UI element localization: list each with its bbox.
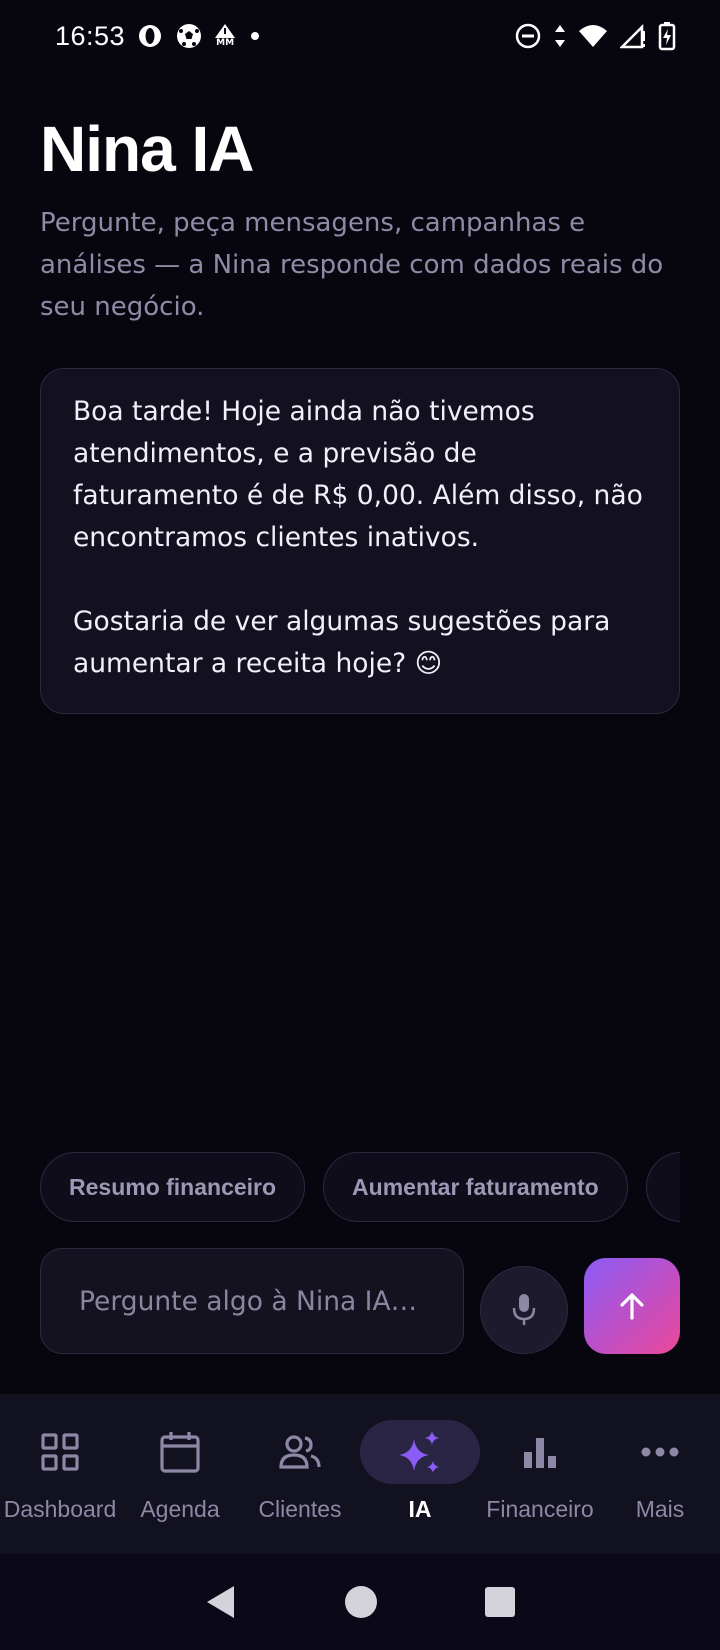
nav-item-financeiro[interactable]: Financeiro (480, 1394, 600, 1554)
battery-charging-icon (658, 21, 676, 51)
signal-icon (620, 23, 646, 49)
calendar-icon (159, 1430, 201, 1474)
dot-icon (247, 28, 263, 44)
nav-item-ia[interactable]: IA (360, 1394, 480, 1554)
mic-button[interactable] (480, 1266, 568, 1354)
data-arrows-icon (554, 23, 566, 49)
do-not-disturb-icon (514, 22, 542, 50)
nav-label-clientes: Clientes (258, 1496, 342, 1522)
bar-chart-icon (522, 1434, 558, 1470)
suggestion-chips[interactable]: Resumo financeiro Aumentar faturamento (40, 1152, 680, 1224)
nav-label-ia: IA (408, 1496, 432, 1522)
assistant-message-card: Boa tarde! Hoje ainda não tivemos atendi… (40, 368, 680, 714)
nav-label-mais: Mais (635, 1496, 685, 1522)
nav-label-dashboard: Dashboard (3, 1496, 117, 1522)
arrow-up-icon (616, 1290, 648, 1322)
assistant-message-text: Boa tarde! Hoje ainda não tivemos atendi… (73, 396, 643, 679)
system-nav-bar (0, 1554, 720, 1650)
people-icon (278, 1434, 322, 1470)
question-input[interactable]: Pergunte algo à Nina IA… (40, 1248, 464, 1354)
grid-icon (40, 1432, 80, 1472)
status-bar: 16:53 MM (0, 0, 720, 72)
mm-label: MM (216, 38, 235, 48)
nav-label-financeiro: Financeiro (486, 1496, 594, 1522)
nav-item-mais[interactable]: Mais (600, 1394, 720, 1554)
recents-icon[interactable] (484, 1586, 516, 1618)
nav-item-clientes[interactable]: Clientes (240, 1394, 360, 1554)
opera-icon (137, 23, 163, 49)
home-icon[interactable] (344, 1585, 378, 1619)
back-icon[interactable] (204, 1584, 238, 1620)
status-right (514, 21, 676, 51)
bottom-nav: Dashboard Agenda Clientes IA Financeiro … (0, 1394, 720, 1554)
soccer-ball-icon (175, 22, 203, 50)
nav-item-agenda[interactable]: Agenda (120, 1394, 240, 1554)
nav-label-agenda: Agenda (140, 1496, 220, 1522)
chip-resumo-financeiro[interactable]: Resumo financeiro (40, 1152, 306, 1222)
status-left: 16:53 MM (55, 21, 263, 52)
chip-aumentar-faturamento[interactable]: Aumentar faturamento (323, 1152, 628, 1222)
page-title: Nina IA (40, 113, 254, 185)
nav-item-dashboard[interactable]: Dashboard (0, 1394, 120, 1554)
status-time: 16:53 (55, 20, 126, 51)
sparkles-icon (397, 1429, 443, 1475)
chip-partial[interactable] (645, 1152, 680, 1222)
wifi-icon (578, 23, 608, 49)
send-button[interactable] (584, 1258, 680, 1354)
more-dots-icon (641, 1446, 679, 1458)
page-subtitle: Pergunte, peça mensagens, campanhas e an… (40, 208, 664, 322)
mm-alert-icon: MM (215, 24, 236, 48)
microphone-icon (510, 1292, 538, 1328)
